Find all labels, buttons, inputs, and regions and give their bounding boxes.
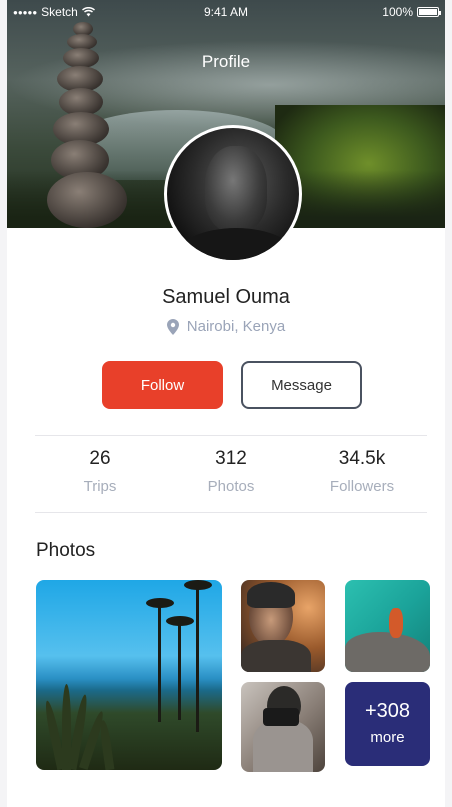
stat-label: Trips xyxy=(83,478,117,495)
more-photos-label: more xyxy=(370,729,405,746)
stats-row: 26 Trips 312 Photos 34.5k Followers xyxy=(35,448,427,495)
more-photos-count: +308 xyxy=(364,700,411,722)
stat-followers[interactable]: 34.5k Followers xyxy=(297,448,427,495)
profile-location: Nairobi, Kenya xyxy=(7,318,445,335)
divider xyxy=(35,512,427,513)
photo-photographer[interactable] xyxy=(241,682,325,772)
status-bar: ●●●●● Sketch 9:41 AM 100% xyxy=(7,0,445,22)
stat-label: Photos xyxy=(207,478,255,495)
profile-screen: ●●●●● Sketch 9:41 AM 100% Profile Samuel… xyxy=(7,0,445,807)
divider xyxy=(35,435,427,436)
battery-icon xyxy=(417,7,441,17)
location-label: Nairobi, Kenya xyxy=(186,318,286,335)
more-photos-tile[interactable]: +308 more xyxy=(345,682,430,766)
photo-beach-palms[interactable] xyxy=(36,580,222,770)
profile-name: Samuel Ouma xyxy=(162,286,290,308)
stat-label: Followers xyxy=(329,478,395,495)
stat-value: 26 xyxy=(89,448,111,469)
location-pin-icon xyxy=(166,318,179,335)
battery-percent: 100% xyxy=(382,5,413,19)
photos-section-title: Photos xyxy=(36,540,96,561)
photo-man-hat[interactable] xyxy=(241,580,325,672)
message-button[interactable]: Message xyxy=(241,361,362,409)
stat-value: 34.5k xyxy=(338,448,386,469)
stat-trips[interactable]: 26 Trips xyxy=(35,448,165,495)
photo-person-on-rocks[interactable] xyxy=(345,580,430,672)
page-title: Profile xyxy=(201,52,251,71)
follow-button[interactable]: Follow xyxy=(102,361,223,409)
stat-value: 312 xyxy=(215,448,247,469)
avatar[interactable] xyxy=(164,125,302,263)
stat-photos[interactable]: 312 Photos xyxy=(166,448,296,495)
status-time: 9:41 AM xyxy=(203,5,249,19)
